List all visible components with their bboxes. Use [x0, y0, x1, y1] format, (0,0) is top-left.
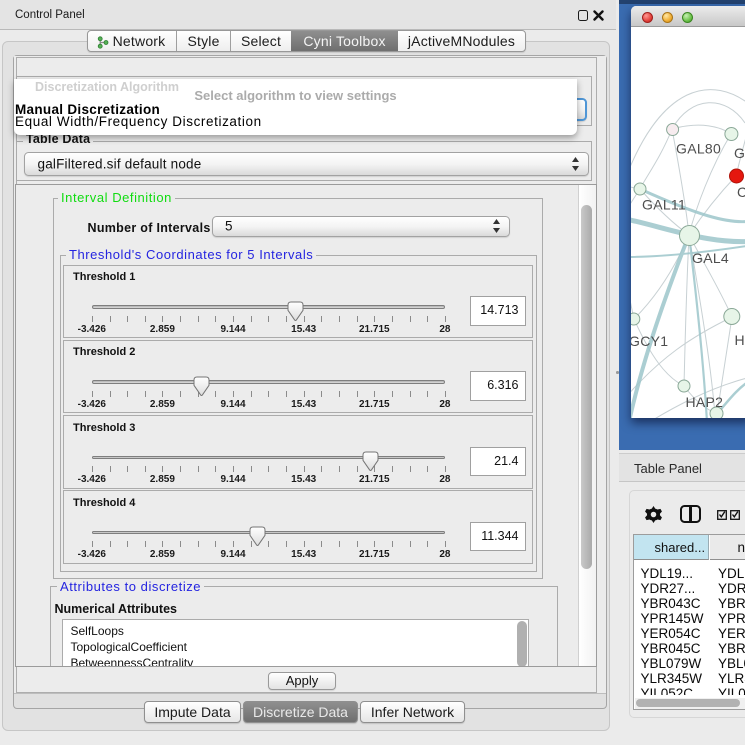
svg-text:H: H [735, 332, 745, 348]
svg-text:GAL4: GAL4 [692, 250, 729, 266]
svg-text:GAL11: GAL11 [642, 197, 686, 213]
svg-text:GAL80: GAL80 [676, 141, 721, 157]
svg-text:GA: GA [734, 145, 745, 161]
svg-text:CY: CY [737, 184, 745, 200]
svg-text:HAP2: HAP2 [686, 394, 724, 410]
svg-text:GCY1: GCY1 [631, 333, 668, 349]
